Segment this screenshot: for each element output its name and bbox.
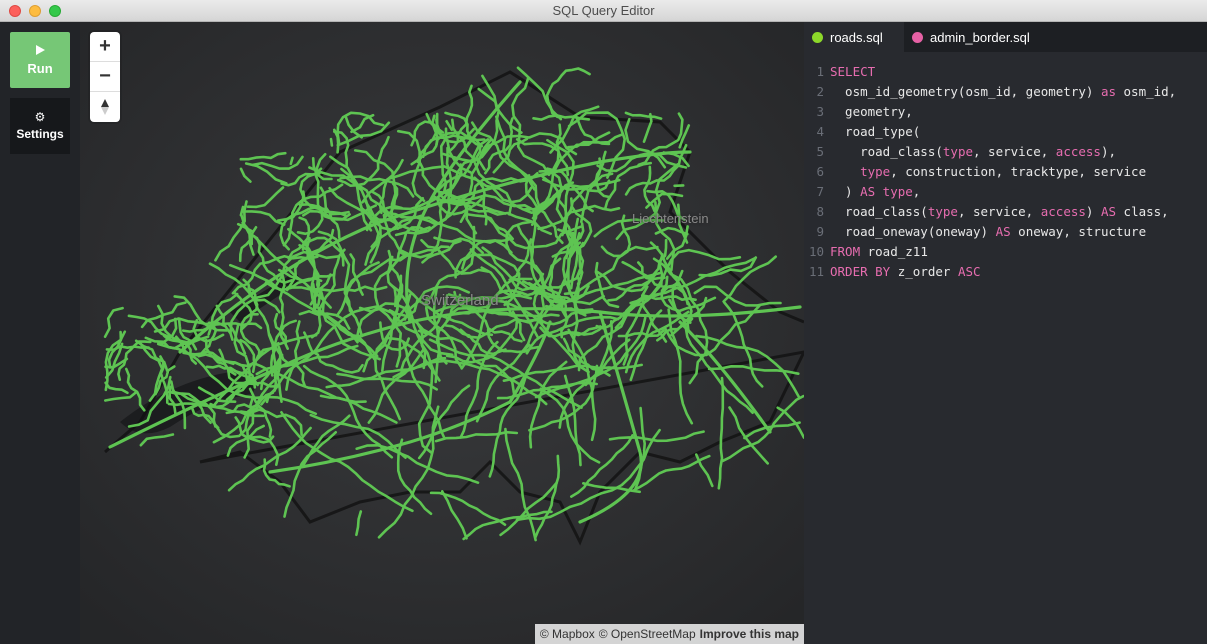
compass-button[interactable] xyxy=(90,92,120,122)
gear-icon: ⚙ xyxy=(34,110,46,124)
code-line[interactable]: 11 ORDER BY z_order ASC xyxy=(804,262,1207,282)
line-code: ) AS type, xyxy=(830,184,921,199)
line-code: type, construction, tracktype, service xyxy=(860,164,1147,179)
maximize-window-button[interactable] xyxy=(49,5,61,17)
window-title: SQL Query Editor xyxy=(552,3,655,18)
title-bar: SQL Query Editor xyxy=(0,0,1207,22)
code-line[interactable]: 3 geometry, xyxy=(804,102,1207,122)
tab-roads-sql[interactable]: roads.sql xyxy=(804,22,904,52)
code-line[interactable]: 8 road_class(type, service, access) AS c… xyxy=(804,202,1207,222)
line-number: 5 xyxy=(816,144,824,159)
code-line[interactable]: 1 SELECT xyxy=(804,62,1207,82)
tab-admin-border-sql[interactable]: admin_border.sql xyxy=(904,22,1040,52)
sql-editor: roads.sql admin_border.sql 1 SELECT 2 osm_… xyxy=(804,22,1207,644)
line-number: 10 xyxy=(808,244,824,259)
file-tabs: roads.sql admin_border.sql xyxy=(804,22,1207,52)
code-line[interactable]: 4 road_type( xyxy=(804,122,1207,142)
line-code: road_oneway(oneway) AS oneway, structure xyxy=(830,224,1147,239)
tab-label: roads.sql xyxy=(830,29,883,45)
zoom-controls: + − xyxy=(90,32,120,122)
code-line[interactable]: 6 type, construction, tracktype, service xyxy=(804,162,1207,182)
code-line[interactable]: 10 FROM road_z11 xyxy=(804,242,1207,262)
tab-status-dot xyxy=(912,31,923,43)
line-code: road_type( xyxy=(830,124,921,139)
line-code: SELECT xyxy=(830,64,876,79)
code-area[interactable]: 1 SELECT 2 osm_id_geometry(osm_id, geometr… xyxy=(804,52,1207,282)
code-line[interactable]: 2 osm_id_geometry(osm_id, geometry) as o… xyxy=(804,82,1207,102)
tab-status-dot xyxy=(812,31,823,43)
line-code: osm_id_geometry(osm_id, geometry) as osm… xyxy=(830,84,1177,99)
map-view[interactable]: + − Switzerland Liechtenstein © Mapbox ©… xyxy=(80,22,804,644)
map-label-region: Liechtenstein xyxy=(632,211,709,226)
settings-button[interactable]: ⚙ Settings xyxy=(10,98,70,154)
zoom-out-button[interactable]: − xyxy=(90,62,120,92)
play-icon xyxy=(35,44,45,55)
improve-map-link[interactable]: Improve this map xyxy=(700,627,799,641)
osm-attribution-link[interactable]: © OpenStreetMap xyxy=(599,627,696,641)
minimize-window-button[interactable] xyxy=(29,5,41,17)
map-canvas[interactable] xyxy=(80,22,804,644)
map-attribution: © Mapbox © OpenStreetMap Improve this ma… xyxy=(534,624,804,644)
map-label-country: Switzerland xyxy=(421,292,499,309)
line-number: 7 xyxy=(816,184,824,199)
line-number: 1 xyxy=(816,64,824,79)
line-code: road_class(type, service, access), xyxy=(830,144,1117,159)
road-segment xyxy=(289,156,294,166)
road-segment xyxy=(329,137,334,147)
line-number: 8 xyxy=(816,204,824,219)
line-code: geometry, xyxy=(830,104,913,119)
close-window-button[interactable] xyxy=(9,5,21,17)
zoom-in-button[interactable]: + xyxy=(90,32,120,62)
line-number: 6 xyxy=(816,164,824,179)
line-number: 11 xyxy=(808,264,824,279)
settings-label: Settings xyxy=(16,127,64,141)
line-code: road_class(type, service, access) AS cla… xyxy=(830,204,1169,219)
window-controls xyxy=(9,5,61,17)
code-line[interactable]: 9 road_oneway(oneway) AS oneway, structu… xyxy=(804,222,1207,242)
code-line[interactable]: 5 road_class(type, service, access), xyxy=(804,142,1207,162)
sidebar: Run ⚙ Settings xyxy=(0,22,80,644)
compass-north-icon xyxy=(101,99,109,107)
mapbox-attribution-link[interactable]: © Mapbox xyxy=(540,627,595,641)
line-number: 2 xyxy=(816,84,824,99)
line-number: 3 xyxy=(816,104,824,119)
run-label: Run xyxy=(27,60,53,76)
tab-label: admin_border.sql xyxy=(930,29,1030,45)
compass-south-icon xyxy=(101,107,109,115)
line-number: 4 xyxy=(816,124,824,139)
run-button[interactable]: Run xyxy=(10,32,70,88)
code-line[interactable]: 7 ) AS type, xyxy=(804,182,1207,202)
line-number: 9 xyxy=(816,224,824,239)
line-code: FROM road_z11 xyxy=(830,244,928,259)
line-code: ORDER BY z_order ASC xyxy=(830,264,981,279)
